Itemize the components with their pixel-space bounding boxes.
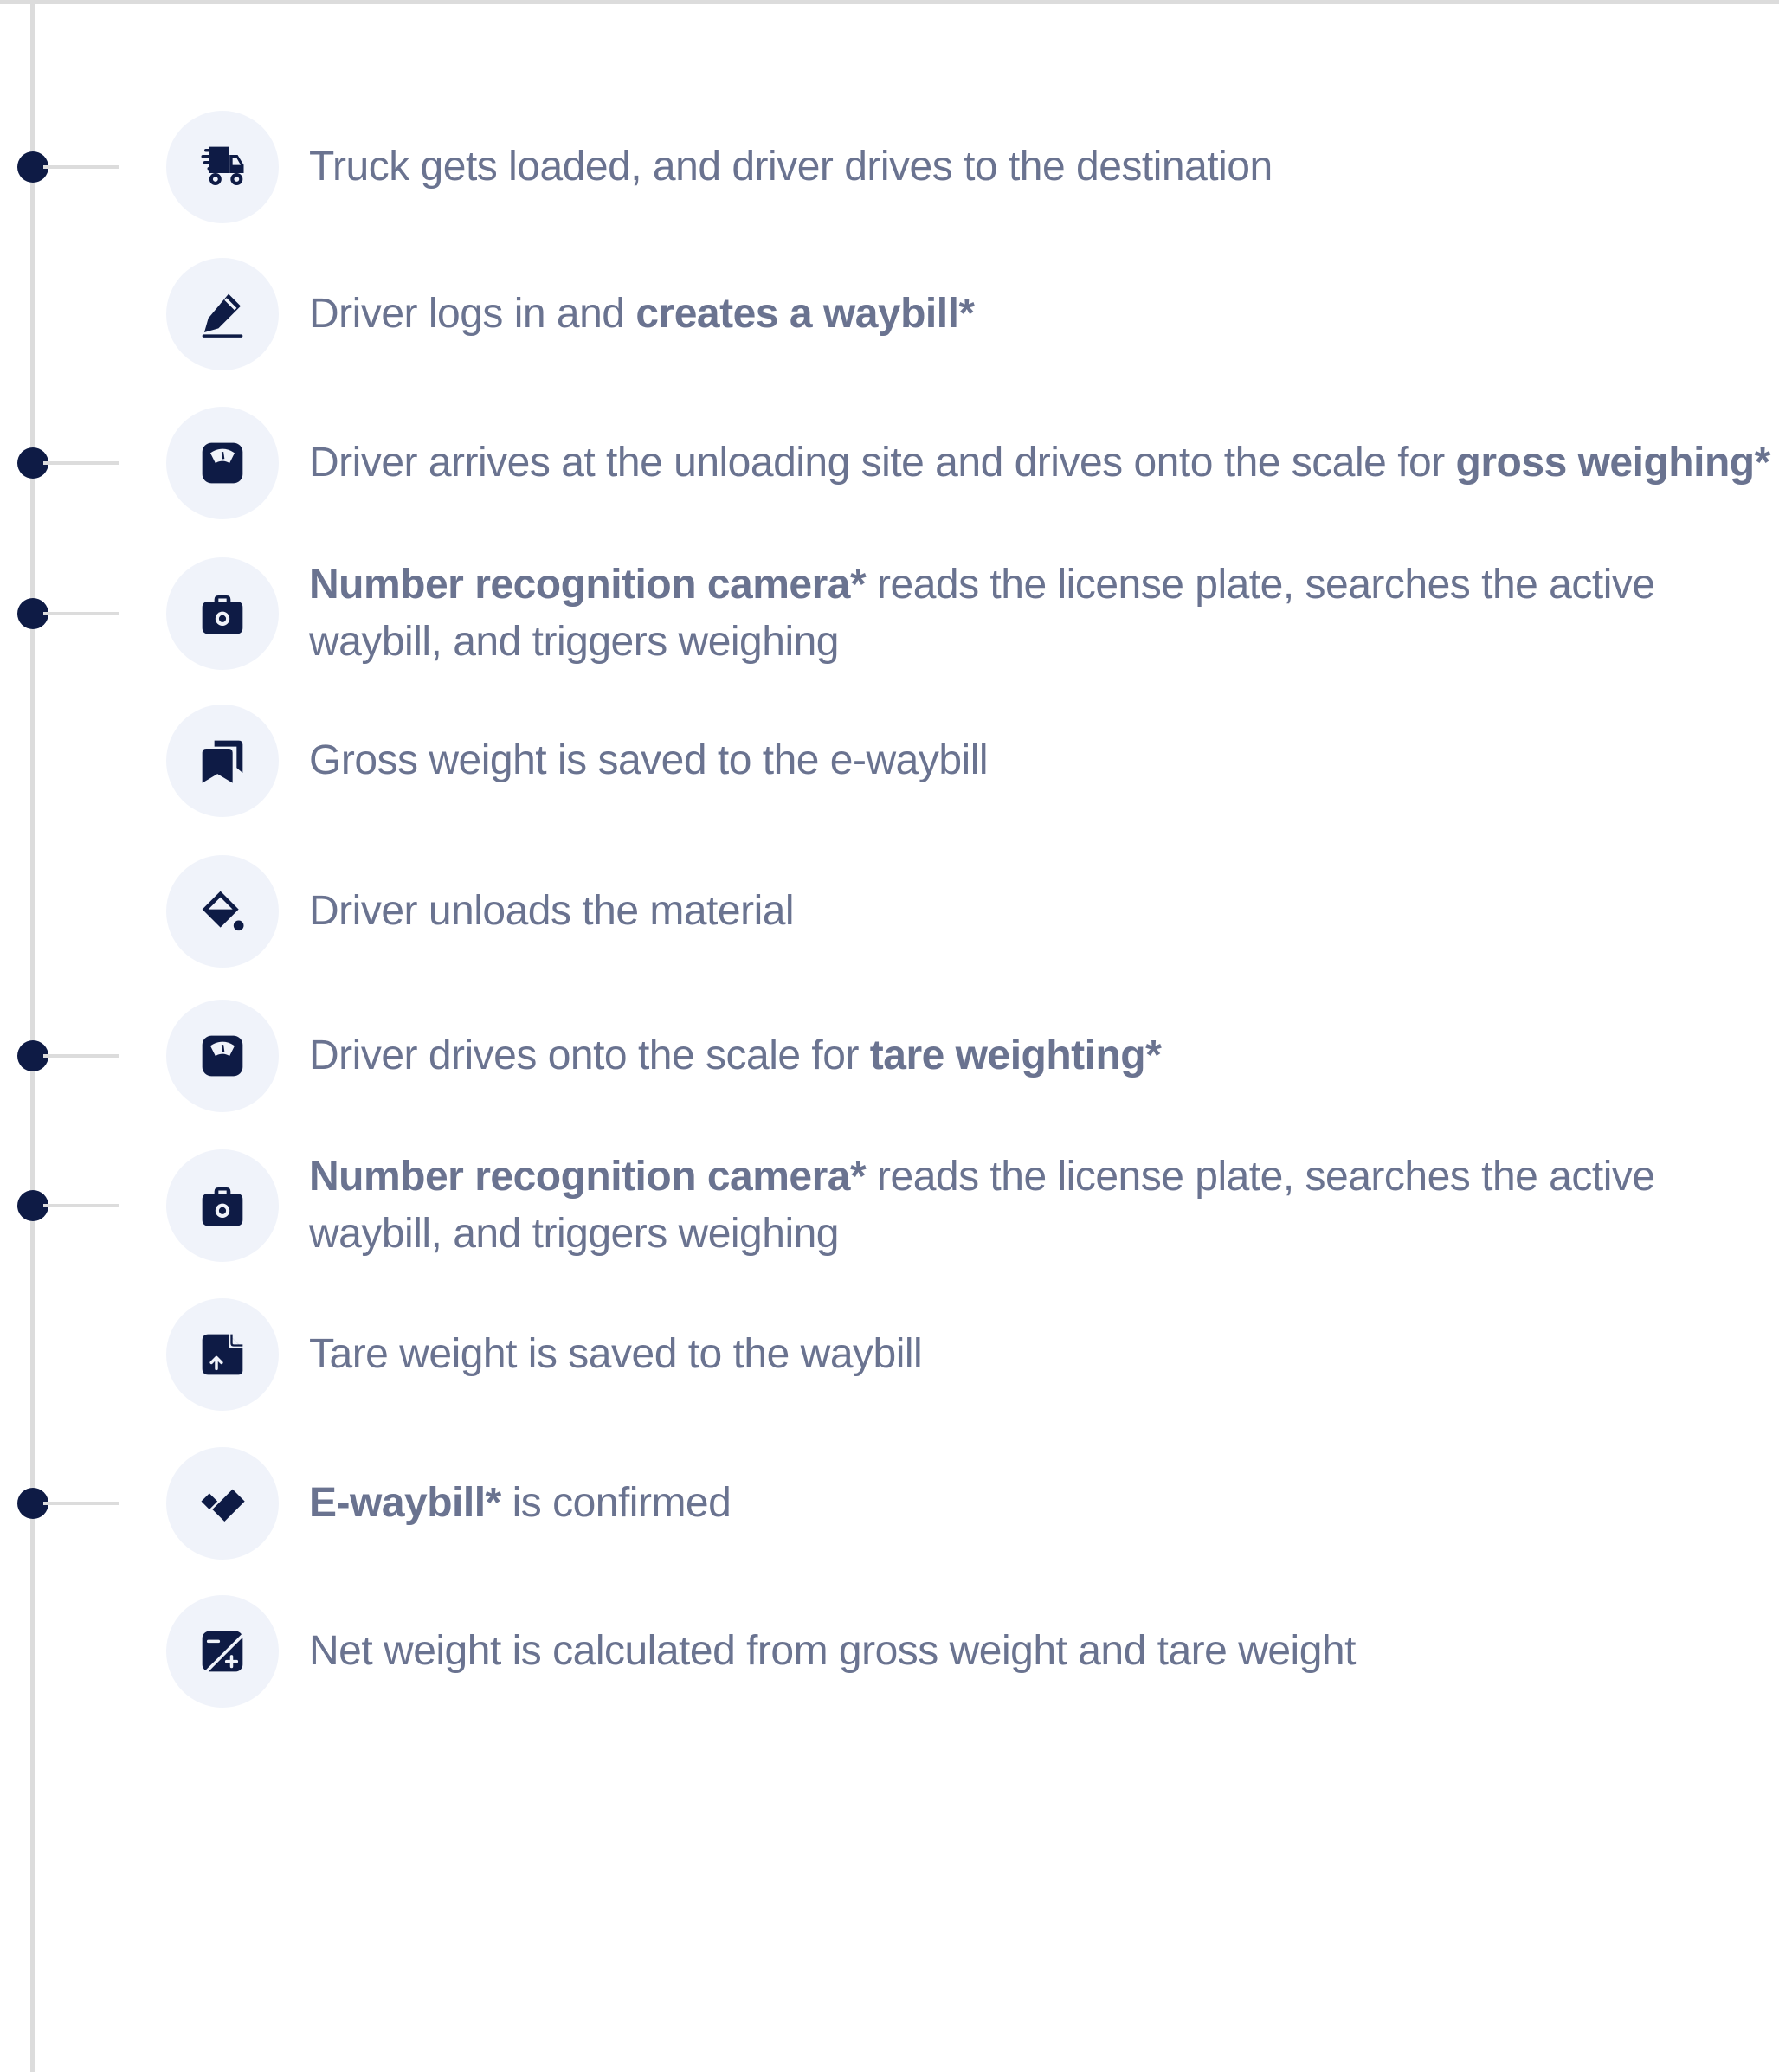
timeline-connector xyxy=(43,1054,119,1058)
timeline-step: Truck gets loaded, and driver drives to … xyxy=(0,111,1779,223)
step-text-part: Driver arrives at the unloading site and… xyxy=(309,440,1456,486)
timeline-step: Tare weight is saved to the waybill xyxy=(0,1298,1779,1411)
step-text-emphasis: Number recognition camera* xyxy=(309,562,867,608)
timeline-connector xyxy=(43,1204,119,1207)
step-text-emphasis: E-waybill* xyxy=(309,1480,501,1526)
step-text-part: Gross weight is saved to the e-waybill xyxy=(309,737,989,783)
step-text-emphasis: gross weighing* xyxy=(1455,440,1771,486)
step-text-part: Driver drives onto the scale for xyxy=(309,1033,870,1078)
pen-edit-icon xyxy=(166,258,279,370)
truck-fast-icon xyxy=(166,111,279,223)
step-text: Driver logs in and creates a waybill* xyxy=(309,258,1779,370)
document-upload-icon xyxy=(166,1298,279,1411)
step-text-part: Tare weight is saved to the waybill xyxy=(309,1331,923,1377)
step-text: Driver drives onto the scale for tare we… xyxy=(309,1000,1779,1112)
step-text-emphasis: Number recognition camera* xyxy=(309,1154,867,1200)
scale-icon xyxy=(166,1000,279,1112)
step-text: Number recognition camera* reads the lic… xyxy=(309,557,1779,670)
step-text: Gross weight is saved to the e-waybill xyxy=(309,705,1779,817)
bookmarks-icon xyxy=(166,705,279,817)
step-text-emphasis: tare weighting* xyxy=(869,1033,1162,1078)
step-text-part: Truck gets loaded, and driver drives to … xyxy=(309,144,1273,190)
timeline-step: Driver unloads the material xyxy=(0,855,1779,968)
timeline-step: Driver logs in and creates a waybill* xyxy=(0,258,1779,370)
calculator-icon xyxy=(166,1595,279,1708)
camera-icon xyxy=(166,1149,279,1262)
step-text: Net weight is calculated from gross weig… xyxy=(309,1595,1779,1708)
paint-bucket-icon xyxy=(166,855,279,968)
timeline-step: Driver arrives at the unloading site and… xyxy=(0,407,1779,519)
timeline-step: E-waybill* is confirmed xyxy=(0,1447,1779,1560)
timeline-connector xyxy=(43,1502,119,1505)
camera-icon xyxy=(166,557,279,670)
top-border xyxy=(0,0,1779,4)
timeline-step: Number recognition camera* reads the lic… xyxy=(0,557,1779,670)
step-text-part: Driver unloads the material xyxy=(309,888,795,934)
step-text: Driver unloads the material xyxy=(309,855,1779,968)
double-check-icon xyxy=(166,1447,279,1560)
step-text-emphasis: creates a waybill* xyxy=(635,291,975,337)
step-text: Truck gets loaded, and driver drives to … xyxy=(309,111,1779,223)
scale-icon xyxy=(166,407,279,519)
step-text-part: Driver logs in and xyxy=(309,291,636,337)
timeline-step: Number recognition camera* reads the lic… xyxy=(0,1149,1779,1262)
step-text: E-waybill* is confirmed xyxy=(309,1447,1779,1560)
timeline-connector xyxy=(43,461,119,465)
step-text: Number recognition camera* reads the lic… xyxy=(309,1149,1779,1262)
timeline-connector xyxy=(43,165,119,169)
step-text-part: Net weight is calculated from gross weig… xyxy=(309,1628,1356,1674)
timeline-step: Driver drives onto the scale for tare we… xyxy=(0,1000,1779,1112)
timeline-connector xyxy=(43,612,119,615)
step-text: Driver arrives at the unloading site and… xyxy=(309,407,1779,519)
timeline-step: Gross weight is saved to the e-waybill xyxy=(0,705,1779,817)
step-text: Tare weight is saved to the waybill xyxy=(309,1298,1779,1411)
timeline-step: Net weight is calculated from gross weig… xyxy=(0,1595,1779,1708)
step-text-part: is confirmed xyxy=(500,1480,732,1526)
